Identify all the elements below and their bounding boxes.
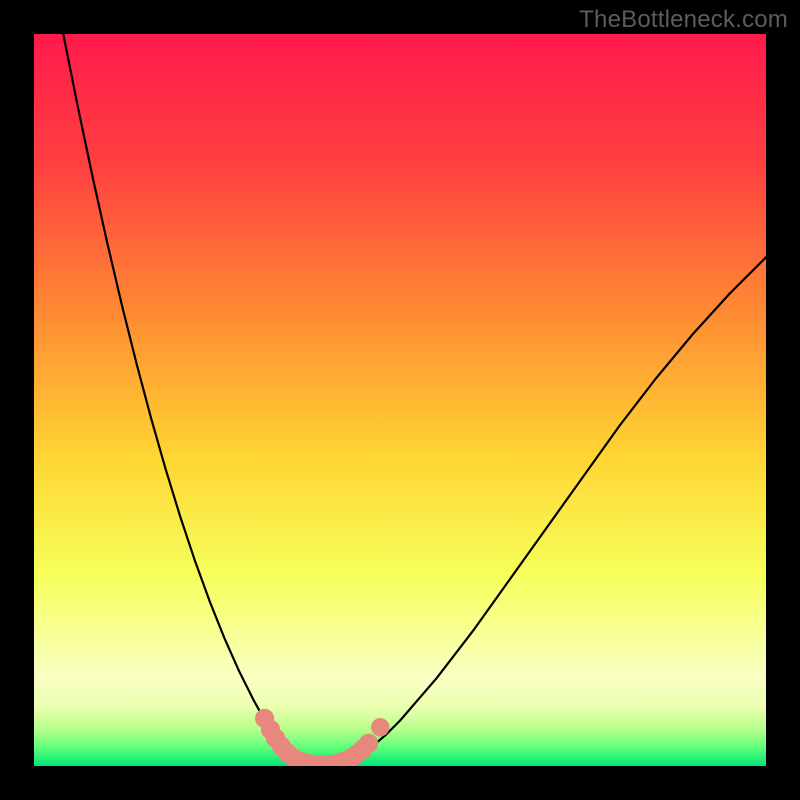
curve-marker xyxy=(371,718,389,736)
chart-svg xyxy=(34,34,766,766)
curve-marker xyxy=(359,734,378,753)
chart-plot-area xyxy=(34,34,766,766)
watermark-text: TheBottleneck.com xyxy=(579,6,788,34)
chart-background-gradient xyxy=(34,34,766,766)
chart-frame: TheBottleneck.com xyxy=(0,0,800,800)
